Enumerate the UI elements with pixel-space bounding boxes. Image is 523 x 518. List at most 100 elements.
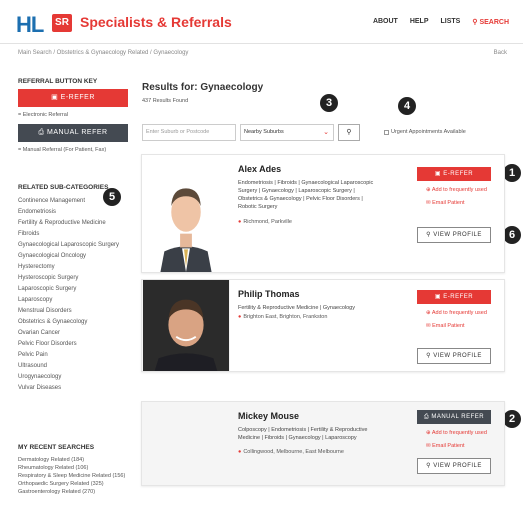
- header: HL SR Specialists & Referrals ABOUT HELP…: [0, 0, 523, 44]
- subcategory-item[interactable]: Gynaecological Laparoscopic Surgery: [18, 240, 136, 251]
- recent-search-item[interactable]: Rheumatology Related (106): [18, 464, 136, 472]
- email-patient-label: Email Patient: [432, 323, 465, 329]
- search-button[interactable]: ⚲: [338, 124, 360, 141]
- recent-searches-list: Dermatology Related (184) Rheumatology R…: [18, 456, 136, 496]
- referral-key-heading: REFERRAL BUTTON KEY: [18, 78, 98, 85]
- recent-heading: MY RECENT SEARCHES: [18, 444, 95, 451]
- subcategory-item[interactable]: Laparoscopy: [18, 295, 136, 306]
- subcategory-item[interactable]: Fertility & Reproductive Medicine: [18, 218, 136, 229]
- search-icon: ⚲: [346, 129, 352, 136]
- doctor-photo: [142, 155, 230, 272]
- subcategory-item[interactable]: Pelvic Pain: [18, 350, 136, 361]
- nav-search[interactable]: ⚲ SEARCH: [472, 18, 509, 26]
- callout-badge-2: 2: [503, 410, 521, 428]
- logo[interactable]: HL: [16, 12, 44, 38]
- suburb-select[interactable]: Nearby Suburbs ⌄: [240, 124, 334, 141]
- search-icon: ⚲: [472, 19, 478, 26]
- email-patient-link[interactable]: ✉ Email Patient: [426, 323, 465, 329]
- urgent-label: Urgent Appointments Available: [391, 129, 466, 135]
- callout-badge-4: 4: [398, 97, 416, 115]
- plus-circle-icon: ⊕: [426, 310, 431, 316]
- doctor-name[interactable]: Philip Thomas: [238, 289, 300, 299]
- urgent-checkbox[interactable]: [384, 129, 389, 135]
- doctor-name[interactable]: Alex Ades: [238, 164, 281, 174]
- subcategory-item[interactable]: Obstetrics & Gynaecology: [18, 317, 136, 328]
- doctor-photo: [142, 280, 230, 371]
- search-icon: ⚲: [426, 353, 432, 359]
- recent-search-item[interactable]: Orthopaedic Surgery Related (325): [18, 480, 136, 488]
- key-manual-label: MANUAL REFER: [46, 129, 108, 136]
- subcategory-item[interactable]: Ultrasound: [18, 361, 136, 372]
- recent-search-item[interactable]: Gastroenterology Related (270): [18, 488, 136, 496]
- doctor-location-text: Collingwood, Melbourne, East Melbourne: [243, 449, 344, 455]
- subcategory-item[interactable]: Laparoscopic Surgery: [18, 284, 136, 295]
- map-pin-icon: ●: [238, 314, 242, 320]
- result-card: Mickey Mouse Colposcopy | Endometriosis …: [141, 401, 505, 486]
- erefer-button-label: E-REFER: [443, 294, 474, 300]
- key-manual-button: ⎙ MANUAL REFER: [18, 124, 128, 142]
- view-profile-label: VIEW PROFILE: [433, 463, 482, 469]
- add-frequent-link[interactable]: ⊕ Add to frequently used: [426, 187, 487, 193]
- subcategory-item[interactable]: Hysterectomy: [18, 262, 136, 273]
- nav-help[interactable]: HELP: [410, 18, 429, 26]
- nav-search-label: SEARCH: [479, 19, 509, 26]
- add-frequent-label: Add to frequently used: [431, 187, 487, 193]
- subcategory-item[interactable]: Gynaecological Oncology: [18, 251, 136, 262]
- view-profile-button[interactable]: ⚲ VIEW PROFILE: [417, 348, 491, 364]
- plus-circle-icon: ⊕: [426, 430, 431, 436]
- manual-refer-button[interactable]: ⎙ MANUAL REFER: [417, 410, 491, 424]
- manual-refer-label: MANUAL REFER: [431, 414, 485, 420]
- chevron-down-icon: ⌄: [323, 129, 329, 136]
- add-frequent-link[interactable]: ⊕ Add to frequently used: [426, 430, 487, 436]
- subcategory-item[interactable]: Ovarian Cancer: [18, 328, 136, 339]
- breadcrumb[interactable]: Main Search / Obstetrics & Gynaecology R…: [18, 50, 188, 56]
- print-icon: ⎙: [38, 129, 45, 136]
- erefer-button[interactable]: ▣ E-REFER: [417, 167, 491, 181]
- erefer-note: = Electronic Referral: [18, 112, 68, 118]
- recent-search-item[interactable]: Respiratory & Sleep Medicine Related (15…: [18, 472, 136, 480]
- email-patient-link[interactable]: ✉ Email Patient: [426, 200, 465, 206]
- add-frequent-label: Add to frequently used: [431, 430, 487, 436]
- monitor-icon: ▣: [434, 171, 442, 177]
- subcategory-item[interactable]: Endometriosis: [18, 207, 136, 218]
- subcategory-item[interactable]: Hysteroscopic Surgery: [18, 273, 136, 284]
- search-icon: ⚲: [426, 463, 432, 469]
- email-patient-link[interactable]: ✉ Email Patient: [426, 443, 465, 449]
- print-icon: ⎙: [423, 414, 430, 420]
- nav-lists[interactable]: LISTS: [441, 18, 461, 26]
- subcategory-item[interactable]: Pelvic Floor Disorders: [18, 339, 136, 350]
- add-frequent-link[interactable]: ⊕ Add to frequently used: [426, 310, 487, 316]
- callout-badge-6: 6: [503, 226, 521, 244]
- doctor-name[interactable]: Mickey Mouse: [238, 411, 299, 421]
- erefer-button-label: E-REFER: [443, 171, 474, 177]
- key-erefer-label: E-REFER: [60, 94, 95, 101]
- urgent-toggle[interactable]: Urgent Appointments Available: [384, 129, 466, 135]
- plus-circle-icon: ⊕: [426, 187, 431, 193]
- view-profile-button[interactable]: ⚲ VIEW PROFILE: [417, 227, 491, 243]
- email-patient-label: Email Patient: [432, 443, 465, 449]
- doctor-specialties: Colposcopy | Endometriosis | Fertility &…: [238, 427, 368, 441]
- subcategory-item[interactable]: Menstrual Disorders: [18, 306, 136, 317]
- callout-badge-5: 5: [103, 188, 121, 206]
- suburb-select-value: Nearby Suburbs: [244, 129, 284, 135]
- doctor-location: ● Brighton East, Brighton, Frankston: [238, 314, 327, 320]
- subcategory-item[interactable]: Urogynaecology: [18, 372, 136, 383]
- key-erefer-button: ▣ E-REFER: [18, 89, 128, 107]
- back-link[interactable]: Back: [494, 50, 507, 56]
- subcategory-item[interactable]: Vulvar Diseases: [18, 383, 136, 394]
- doctor-location: ● Richmond, Parkville: [238, 219, 292, 225]
- doctor-location-text: Richmond, Parkville: [243, 219, 292, 225]
- subcategory-list: Continence Management Endometriosis Fert…: [18, 196, 136, 394]
- map-pin-icon: ●: [238, 449, 242, 455]
- location-input[interactable]: Enter Suburb or Postcode: [142, 124, 236, 141]
- nav-about[interactable]: ABOUT: [373, 18, 398, 26]
- subcategory-item[interactable]: Fibroids: [18, 229, 136, 240]
- envelope-icon: ✉: [426, 323, 431, 329]
- view-profile-button[interactable]: ⚲ VIEW PROFILE: [417, 458, 491, 474]
- erefer-button[interactable]: ▣ E-REFER: [417, 290, 491, 304]
- callout-badge-1: 1: [503, 164, 521, 182]
- monitor-icon: ▣: [51, 94, 59, 101]
- envelope-icon: ✉: [426, 443, 431, 449]
- map-pin-icon: ●: [238, 219, 242, 225]
- recent-search-item[interactable]: Dermatology Related (184): [18, 456, 136, 464]
